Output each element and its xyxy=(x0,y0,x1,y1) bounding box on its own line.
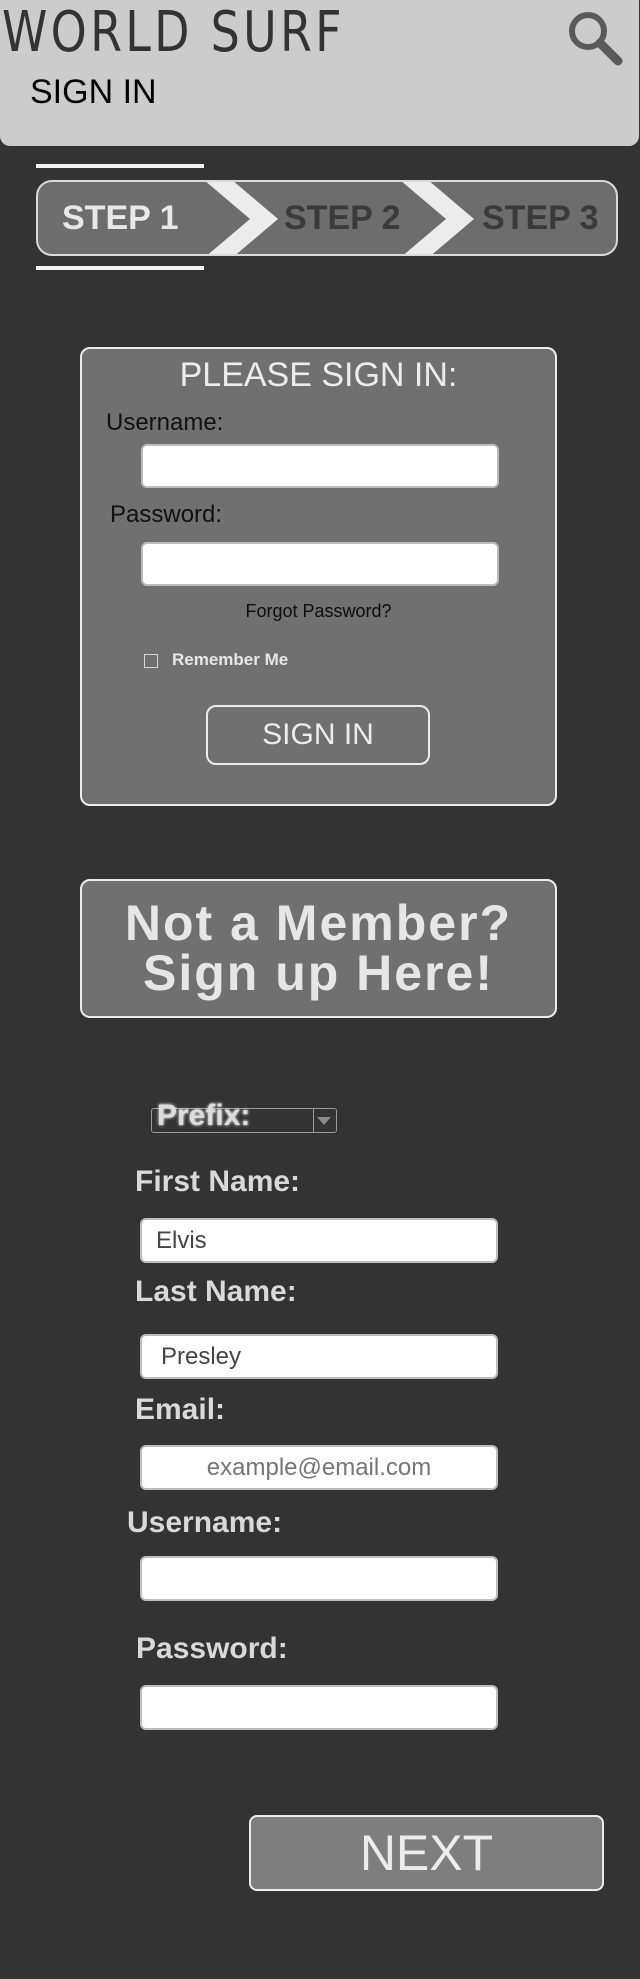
remember-me-checkbox[interactable] xyxy=(144,654,158,668)
step-active-line-top xyxy=(36,164,204,168)
sign-in-button[interactable]: SIGN IN xyxy=(206,705,430,765)
login-username-label: Username: xyxy=(106,409,224,436)
last-name-input[interactable] xyxy=(140,1334,498,1379)
signup-banner[interactable]: Not a Member? Sign up Here! xyxy=(80,879,557,1018)
select-divider xyxy=(313,1109,314,1132)
username-label: Username: xyxy=(127,1506,283,1539)
last-name-label: Last Name: xyxy=(135,1275,297,1308)
username-input[interactable] xyxy=(140,1556,498,1601)
page-title: SIGN IN xyxy=(30,73,157,111)
first-name-label: First Name: xyxy=(135,1165,301,1198)
signup-line-2: Sign up Here! xyxy=(142,945,495,1001)
remember-me-label[interactable]: Remember Me xyxy=(172,649,288,671)
first-name-input[interactable] xyxy=(140,1218,498,1263)
brand-logo: WORLD SURF xyxy=(2,0,345,65)
chevron-right-icon xyxy=(206,182,278,254)
chevron-down-icon[interactable] xyxy=(317,1117,331,1125)
login-password-label: Password: xyxy=(110,501,223,528)
step-3-label[interactable]: STEP 3 xyxy=(482,198,599,238)
email-label: Email: xyxy=(135,1393,226,1426)
app-screen: WORLD SURF SIGN IN STEP 1 STEP 2 STEP 3 … xyxy=(0,0,640,1979)
next-button[interactable]: NEXT xyxy=(249,1815,604,1891)
password-label: Password: xyxy=(136,1632,288,1665)
signup-line-1: Not a Member? xyxy=(124,895,513,951)
step-indicator: STEP 1 STEP 2 STEP 3 xyxy=(36,180,618,256)
chevron-right-icon xyxy=(402,182,474,254)
login-username-input[interactable] xyxy=(141,444,499,488)
login-heading: PLEASE SIGN IN: xyxy=(179,356,458,394)
header-bar: WORLD SURF SIGN IN xyxy=(0,0,639,146)
forgot-password-link[interactable]: Forgot Password? xyxy=(82,600,555,622)
email-input[interactable] xyxy=(140,1445,498,1490)
login-password-input[interactable] xyxy=(141,542,499,586)
login-panel: PLEASE SIGN IN: Username: Password: Forg… xyxy=(80,347,557,806)
prefix-label: Prefix: xyxy=(157,1099,251,1132)
step-active-line-bottom xyxy=(36,266,204,270)
step-1-label[interactable]: STEP 1 xyxy=(62,198,179,238)
step-2-label[interactable]: STEP 2 xyxy=(284,198,401,238)
search-icon[interactable] xyxy=(565,8,623,66)
password-input[interactable] xyxy=(140,1685,498,1730)
